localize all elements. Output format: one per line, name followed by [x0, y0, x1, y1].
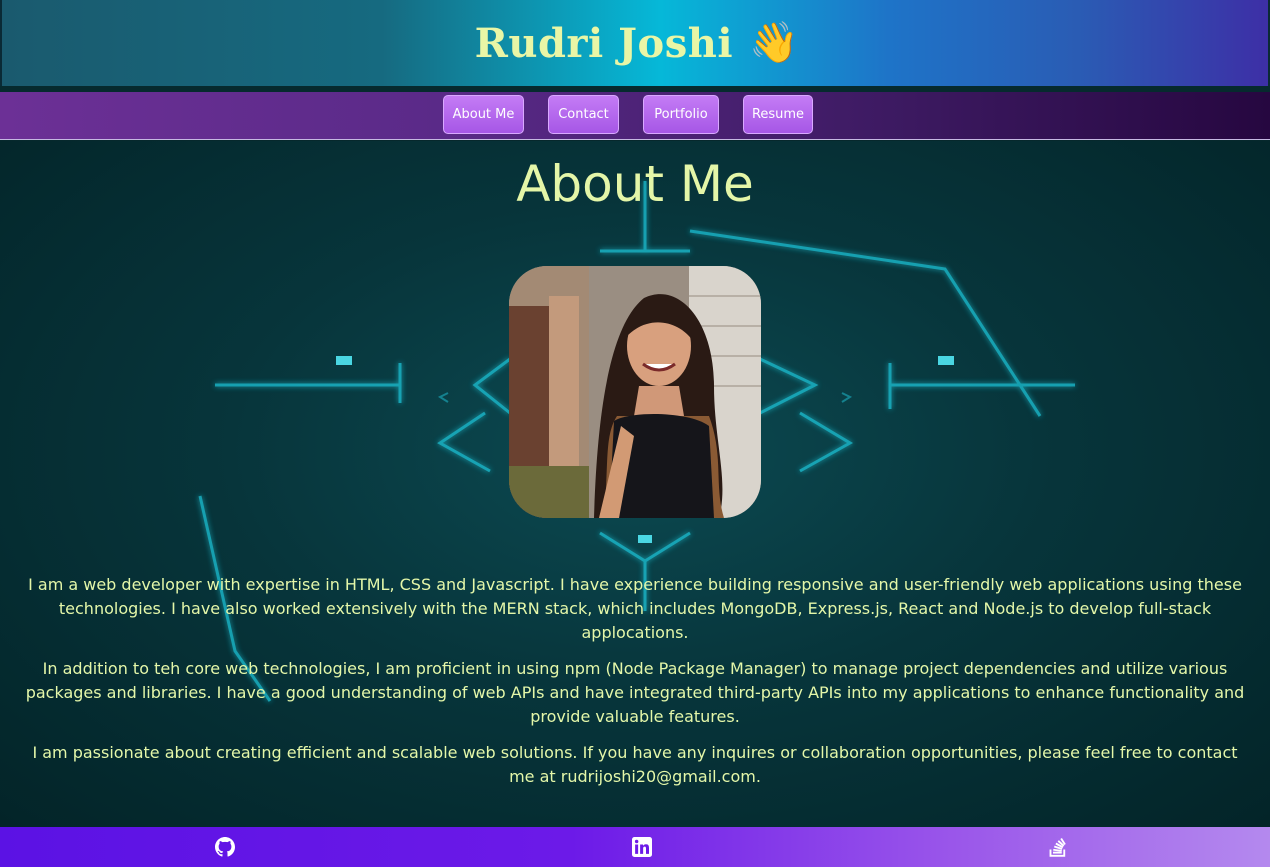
- nav-contact-button[interactable]: Contact: [548, 95, 619, 134]
- nav-about-me-button[interactable]: About Me: [443, 95, 524, 134]
- bio-paragraph: I am passionate about creating efficient…: [32, 743, 1238, 786]
- site-title: Rudri Joshi 👋: [475, 20, 800, 67]
- site-header: Rudri Joshi 👋: [0, 0, 1270, 86]
- linkedin-icon[interactable]: [632, 837, 652, 857]
- footer: [0, 827, 1270, 867]
- bio-text: I am a web developer with expertise in H…: [20, 573, 1250, 801]
- bio-paragraph: I am a web developer with expertise in H…: [28, 575, 1242, 642]
- navbar: About Me Contact Portfolio Resume: [0, 92, 1270, 140]
- about-section: About Me I am a web developer with exper…: [0, 141, 1270, 827]
- page-title: About Me: [516, 155, 754, 213]
- profile-photo: [509, 266, 761, 518]
- stackoverflow-icon[interactable]: [1048, 837, 1068, 857]
- bio-paragraph: In addition to teh core web technologies…: [25, 659, 1245, 726]
- waving-hand-icon: 👋: [749, 19, 800, 66]
- site-title-text: Rudri Joshi: [474, 19, 734, 67]
- github-icon[interactable]: [215, 837, 235, 857]
- nav-portfolio-button[interactable]: Portfolio: [643, 95, 719, 134]
- nav-resume-button[interactable]: Resume: [743, 95, 813, 134]
